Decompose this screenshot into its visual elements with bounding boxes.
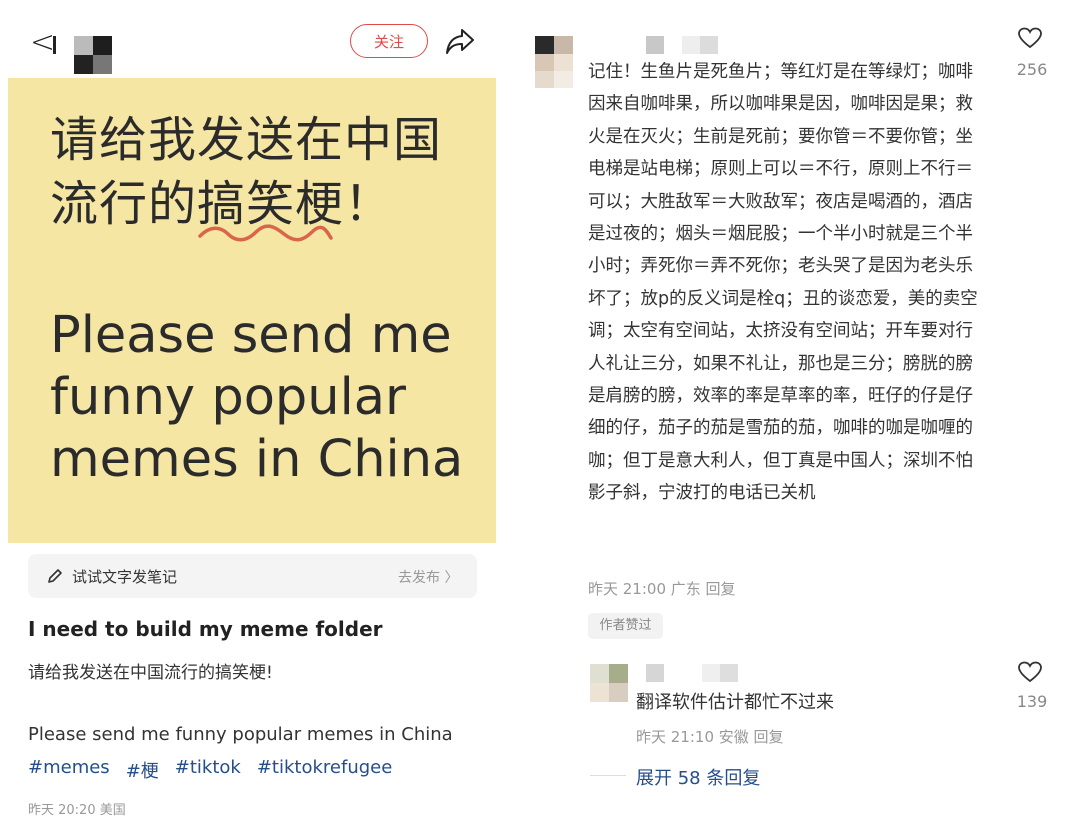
comment-text: 记住！生鱼片是死鱼片；等红灯是在等绿灯；咖啡因来自咖啡果，所以咖啡果是因，咖啡因…	[588, 62, 978, 504]
post-title: I need to build my meme folder	[28, 617, 383, 641]
share-arrow-icon[interactable]	[444, 26, 476, 56]
expand-replies-link[interactable]: 展开 58 条回复	[636, 764, 760, 790]
commenter-avatar[interactable]	[535, 36, 573, 88]
try-text-note-label: 试试文字发笔记	[72, 568, 178, 586]
post-image-zh-text: 请给我发送在中国流行的搞笑梗！	[50, 112, 443, 232]
author-avatar[interactable]	[74, 36, 112, 74]
author-liked-badge: 作者赞过	[588, 613, 663, 639]
like-count: 139	[1016, 692, 1048, 711]
hashtag-list: #memes #梗 #tiktok #tiktokrefugee	[28, 757, 392, 783]
heart-icon[interactable]	[1017, 660, 1043, 684]
post-body-en: Please send me funny popular memes in Ch…	[28, 724, 453, 745]
hashtag-geng[interactable]: #梗	[126, 757, 159, 783]
post-body-zh: 请给我发送在中国流行的搞笑梗!	[28, 663, 273, 683]
reply-name-redacted[interactable]	[646, 664, 738, 682]
comment-meta[interactable]: 昨天 21:00 广东 回复	[588, 578, 736, 599]
heart-icon[interactable]	[1017, 26, 1043, 50]
reply-avatar[interactable]	[590, 664, 628, 702]
post-image-en-text: Please send me funny popular memes in Ch…	[50, 306, 464, 489]
commenter-name-redacted[interactable]	[646, 36, 720, 54]
go-publish-link[interactable]: 去发布 〉	[398, 567, 458, 587]
pencil-icon	[48, 569, 62, 583]
divider	[590, 775, 626, 776]
back-chevron-icon[interactable]: <	[30, 28, 55, 58]
follow-button[interactable]: 关注	[350, 24, 428, 58]
hashtag-tiktokrefugee[interactable]: #tiktokrefugee	[257, 757, 392, 783]
back-bar-icon	[53, 36, 56, 54]
post-timestamp-location: 昨天 20:20 美国	[28, 803, 126, 818]
like-count: 256	[1016, 60, 1048, 79]
hashtag-tiktok[interactable]: #tiktok	[175, 757, 241, 783]
reply-text: 翻译软件估计都忙不过来	[636, 692, 834, 713]
reply-meta[interactable]: 昨天 21:10 安徽 回复	[636, 726, 784, 747]
hashtag-memes[interactable]: #memes	[28, 757, 110, 783]
underline-squiggle	[198, 224, 333, 242]
